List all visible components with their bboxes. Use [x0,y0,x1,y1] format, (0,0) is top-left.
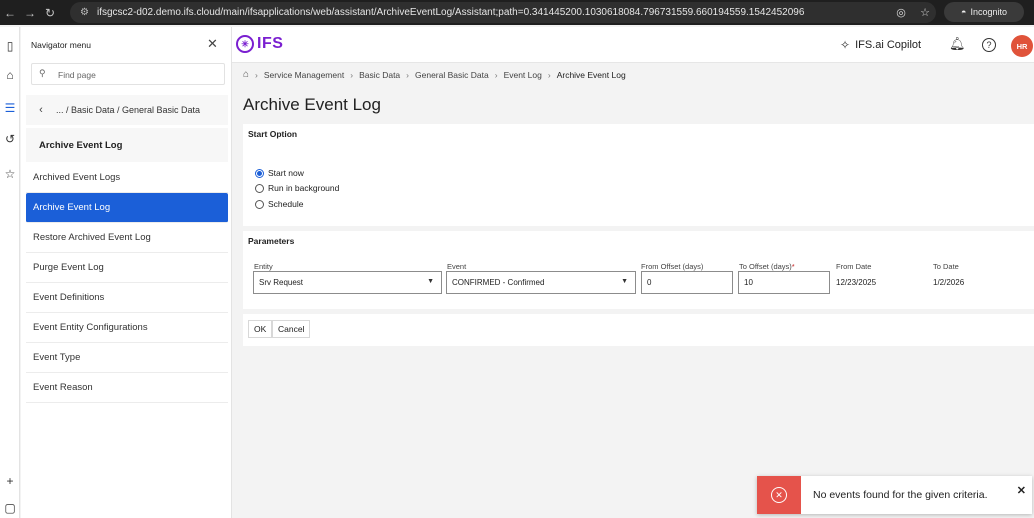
error-circle-icon: ✕ [771,487,787,503]
start-option-section: Start Option Start now Run in background… [243,124,1034,226]
nav-item-event-reason[interactable]: Event Reason [26,373,228,403]
navigator-search[interactable]: ⚲ [31,63,225,85]
error-toast: ✕ No events found for the given criteria… [757,476,1032,514]
from-offset-input[interactable]: 0 [641,271,733,294]
site-info-icon[interactable]: ⚙ [80,7,89,18]
toast-message: No events found for the given criteria. [813,489,988,501]
breadcrumb-item[interactable]: Basic Data [359,70,400,80]
entity-label: Entity [254,262,273,271]
nav-item-archive-event-log[interactable]: Archive Event Log [26,193,228,223]
breadcrumb: ⌂ › Service Management › Basic Data › Ge… [243,69,626,80]
ifs-logo-text: IFS [257,35,284,52]
panel-toggle-icon[interactable]: ▯ [0,39,20,53]
from-date-value: 12/23/2025 [836,278,877,287]
close-icon[interactable]: ✕ [1017,484,1026,497]
add-icon[interactable]: + [0,474,20,488]
ifs-logo-icon: ✳ [236,35,254,53]
parameters-section: Parameters Entity Srv Request ▼ Event CO… [243,231,1034,309]
incognito-badge[interactable]: ◓ Incognito [944,2,1024,22]
back-arrow-icon[interactable]: ← [0,0,20,25]
toast-icon-box: ✕ [757,476,801,514]
navigator-back-crumb: ... / Basic Data / General Basic Data [56,105,201,115]
action-bar: OK Cancel [243,314,1034,346]
nav-item-event-definitions[interactable]: Event Definitions [26,283,228,313]
to-offset-input[interactable]: 10 [738,271,830,294]
nav-item-event-entity-configurations[interactable]: Event Entity Configurations [26,313,228,343]
browser-toolbar: ← → ↻ ⚙ ifsgcsc2-d02.demo.ifs.cloud/main… [0,0,1034,25]
nav-item-event-type[interactable]: Event Type [26,343,228,373]
search-icon: ⚲ [39,68,46,78]
find-page-input[interactable] [58,67,218,82]
ok-button[interactable]: OK [248,320,273,338]
radio-button[interactable] [255,183,264,193]
favorites-star-icon[interactable]: ☆ [0,167,20,181]
breadcrumb-current: Archive Event Log [556,69,626,80]
section-title: Start Option [248,129,298,139]
document-icon[interactable]: ▢ [0,501,20,515]
radio-schedule[interactable]: Schedule [255,199,303,209]
nav-item-archived-event-logs[interactable]: Archived Event Logs [26,163,228,193]
breadcrumb-separator: › [350,69,354,80]
copilot-button[interactable]: ✧ IFS.ai Copilot [840,38,921,52]
breadcrumb-separator: › [494,69,498,80]
navigator-panel: Navigator menu ✕ ⚲ ‹ ... / Basic Data / … [21,27,232,518]
menu-icon[interactable]: ☰ [0,101,20,115]
address-bar[interactable]: ⚙ ifsgcsc2-d02.demo.ifs.cloud/main/ifsap… [70,2,936,23]
breadcrumb-item[interactable]: Service Management [264,70,344,80]
eye-off-icon[interactable]: ◎ [892,6,910,19]
event-select[interactable]: CONFIRMED - Confirmed ▼ [446,271,636,294]
radio-button[interactable] [255,199,264,209]
nav-item-purge-event-log[interactable]: Purge Event Log [26,253,228,283]
history-icon[interactable]: ↺ [0,132,20,146]
home-icon[interactable]: ⌂ [0,68,20,82]
cancel-button[interactable]: Cancel [272,320,311,338]
from-date-label: From Date [836,262,872,271]
breadcrumb-separator: › [406,69,410,80]
reload-icon[interactable]: ↻ [40,0,60,25]
app-header: ✳ IFS ✧ IFS.ai Copilot 🔔︎ ? HR [232,27,1034,63]
to-date-label: To Date [933,262,959,271]
sparkle-icon: ✧ [840,38,851,52]
bookmark-star-icon[interactable]: ☆ [916,6,934,19]
from-offset-label: From Offset (days) [641,262,704,271]
page-title: Archive Event Log [243,95,381,114]
close-icon[interactable]: ✕ [207,36,218,52]
left-rail: ▯ ⌂ ☰ ↺ ☆ + ▢ [0,27,20,518]
help-icon[interactable]: ? [982,38,996,52]
ifs-logo[interactable]: ✳ IFS [236,35,283,53]
radio-run-in-background[interactable]: Run in background [255,183,339,193]
navigator-heading: Archive Event Log [26,128,228,162]
forward-arrow-icon[interactable]: → [20,0,40,25]
caret-down-icon: ▼ [427,278,434,285]
home-icon[interactable]: ⌂ [243,69,249,80]
breadcrumb-separator: › [547,69,551,80]
to-offset-label: To Offset (days)* [739,262,795,271]
radio-button[interactable] [255,168,264,178]
chevron-left-icon: ‹ [39,104,43,116]
navigator-list: Archived Event Logs Archive Event Log Re… [26,163,228,403]
bell-icon[interactable]: 🔔︎ [949,36,966,52]
caret-down-icon: ▼ [621,278,628,285]
incognito-icon: ◓ [961,7,967,17]
section-title: Parameters [248,236,295,246]
avatar[interactable]: HR [1011,35,1033,57]
radio-start-now[interactable]: Start now [255,168,304,178]
copilot-label: IFS.ai Copilot [855,39,922,51]
breadcrumb-separator: › [255,69,258,80]
breadcrumb-item[interactable]: Event Log [504,70,542,80]
navigator-back[interactable]: ‹ ... / Basic Data / General Basic Data [26,95,228,125]
url-text: ifsgcsc2-d02.demo.ifs.cloud/main/ifsappl… [96,7,805,18]
navigator-title: Navigator menu [31,40,92,50]
nav-item-restore-archived-event-log[interactable]: Restore Archived Event Log [26,223,228,253]
entity-select[interactable]: Srv Request ▼ [253,271,442,294]
event-label: Event [447,262,467,271]
breadcrumb-item[interactable]: General Basic Data [415,70,489,80]
to-date-value: 1/2/2026 [933,278,965,287]
